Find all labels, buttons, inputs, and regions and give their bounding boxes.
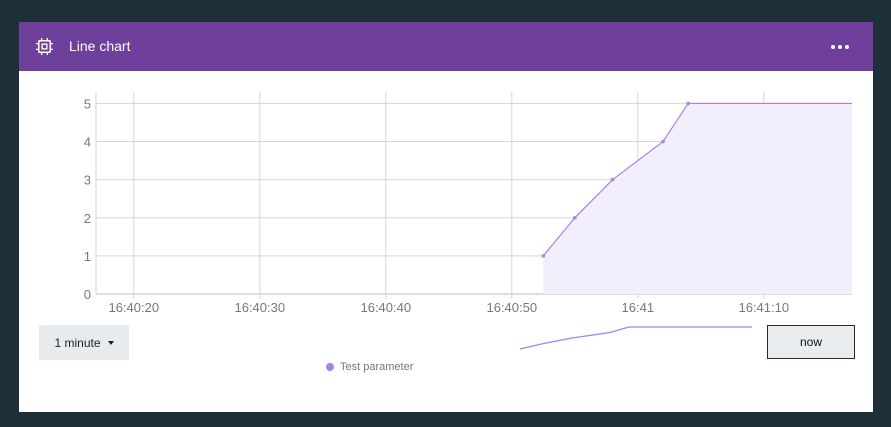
series-point (610, 177, 615, 182)
series-area-fill (543, 103, 852, 294)
time-range-label: 1 minute (54, 335, 101, 350)
range-navigator (519, 326, 752, 350)
y-tick-label: 0 (84, 287, 91, 302)
y-tick-label: 4 (84, 135, 91, 150)
y-axis-labels: 0 1 2 3 4 5 (84, 96, 91, 302)
legend-marker (326, 363, 334, 371)
series-point (686, 101, 690, 106)
x-tick-label: 16:40:40 (360, 300, 411, 315)
now-button[interactable]: now (767, 325, 855, 359)
series-point (661, 139, 665, 144)
series-point (573, 215, 577, 220)
navigator-line (519, 326, 752, 350)
series-area (543, 103, 852, 294)
x-tick-label: 16:41:10 (738, 300, 789, 315)
x-tick-label: 16:40:50 (486, 300, 537, 315)
chart-legend[interactable]: Test parameter (326, 360, 413, 374)
series-point (541, 254, 546, 258)
time-range-select[interactable]: 1 minute (39, 325, 129, 360)
x-tick-label: 16:40:30 (234, 300, 285, 315)
y-tick-label: 3 (84, 173, 91, 188)
x-axis-labels: 16:40:20 16:40:30 16:40:40 16:40:50 16:41 16:… (108, 300, 789, 315)
y-tick-label: 1 (84, 249, 91, 264)
legend-label: Test parameter (340, 361, 414, 373)
y-tick-label: 2 (84, 211, 91, 226)
x-tick-label: 16:40:20 (108, 300, 159, 315)
x-tick-label: 16:41 (622, 300, 655, 315)
line-chart: 012345 16:40:20 16:40:30 16:40:40 16:40:50 1… (84, 92, 852, 350)
caret-down-icon (107, 340, 114, 345)
y-tick-label: 5 (84, 96, 91, 111)
